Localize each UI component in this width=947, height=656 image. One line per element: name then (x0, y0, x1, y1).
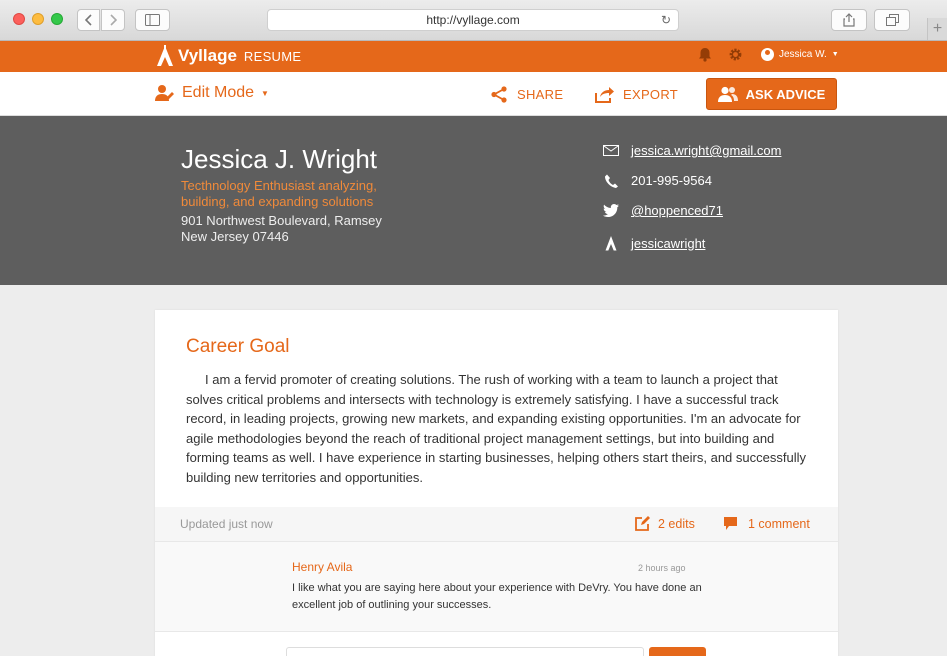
contact-email: jessica.wright@gmail.com (603, 143, 781, 158)
updated-status: Updated just now (180, 517, 273, 531)
contact-twitter: @hoppenced71 (603, 203, 723, 218)
browser-chrome: http://vyllage.com ↻ + (0, 0, 947, 41)
sidebar-toggle-button[interactable] (135, 9, 170, 31)
caret-down-icon: ▼ (261, 88, 269, 98)
bell-icon[interactable] (698, 47, 712, 62)
share-label: SHARE (517, 87, 564, 102)
address-line-1: 901 Northwest Boulevard, Ramsey (181, 213, 382, 228)
section-meta-bar: Updated just now 2 edits 1 comment (155, 507, 838, 542)
users-icon (717, 86, 738, 102)
edit-mode-label: Edit Mode (182, 84, 255, 101)
minimize-window-button[interactable] (32, 13, 44, 25)
ask-advice-label: ASK ADVICE (745, 86, 826, 102)
share-browser-button[interactable] (831, 9, 867, 31)
comment-text: I like what you are saying here about yo… (292, 582, 702, 611)
tabs-overview-button[interactable] (874, 9, 910, 31)
logo[interactable]: Vyllage RESUME (156, 45, 301, 67)
profile-name: Jessica J. Wright (181, 144, 378, 174)
back-button[interactable] (77, 9, 100, 31)
vyllage-logo-icon (157, 45, 173, 66)
section-title: Career Goal (186, 336, 290, 357)
contact-phone: 201-995-9564 (603, 173, 712, 188)
comment-author[interactable]: Henry Avila (292, 560, 352, 574)
avatar (761, 48, 774, 61)
close-window-button[interactable] (13, 13, 25, 25)
address-bar[interactable]: http://vyllage.com ↻ (267, 9, 679, 31)
twitter-icon (603, 204, 619, 217)
twitter-link[interactable]: @hoppenced71 (631, 203, 723, 218)
chevron-left-icon (84, 14, 92, 26)
comment-input[interactable] (286, 647, 644, 656)
contact-vyllage: jessicawright (603, 235, 705, 251)
share-icon (843, 13, 855, 27)
phone-number: 201-995-9564 (631, 173, 712, 188)
edit-icon (635, 516, 650, 531)
toolbar: Edit Mode ▼ SHARE EXPORT ASK ADVICE (0, 72, 947, 116)
share-button[interactable]: SHARE (490, 86, 563, 103)
share-nodes-icon (491, 86, 507, 103)
export-label: EXPORT (623, 87, 679, 102)
user-edit-icon (155, 85, 174, 101)
envelope-icon (603, 145, 619, 156)
zoom-window-button[interactable] (51, 13, 63, 25)
edits-link[interactable]: 2 edits (635, 516, 695, 531)
comment-timestamp: 2 hours ago (638, 563, 686, 573)
edit-mode-dropdown[interactable]: Edit Mode ▼ (155, 84, 269, 102)
comment-icon (724, 517, 737, 530)
tabs-icon (885, 14, 899, 26)
ask-advice-button[interactable]: ASK ADVICE (706, 78, 837, 110)
vyllage-icon (603, 235, 619, 251)
profile-address: 901 Northwest Boulevard, Ramsey New Jers… (181, 213, 411, 245)
comments-count: 1 comment (748, 516, 810, 531)
top-nav: Vyllage RESUME Jessica W. ▼ (0, 41, 947, 72)
career-goal-text: I am a fervid promoter of creating solut… (186, 372, 806, 485)
reload-icon[interactable]: ↻ (661, 13, 671, 27)
forward-button[interactable] (101, 9, 125, 31)
url-text: http://vyllage.com (426, 13, 520, 27)
export-icon (595, 87, 614, 103)
address-line-2: New Jersey 07446 (181, 229, 289, 244)
profile-header: Jessica J. Wright Tecthnology Enthusiast… (0, 116, 947, 285)
sidebar-icon (145, 14, 160, 26)
new-tab-button[interactable]: + (927, 18, 947, 40)
caret-down-icon: ▼ (831, 51, 839, 58)
gear-icon[interactable] (728, 47, 743, 62)
email-link[interactable]: jessica.wright@gmail.com (631, 143, 781, 158)
phone-icon (603, 174, 619, 188)
comment-item: Henry Avila 2 hours ago I like what you … (155, 542, 838, 632)
user-name: Jessica W. (779, 49, 827, 60)
content-area: Career Goal I am a fervid promoter of cr… (0, 285, 947, 656)
user-menu[interactable]: Jessica W. ▼ (761, 48, 839, 61)
section-label: RESUME (243, 48, 302, 64)
career-goal-card: Career Goal I am a fervid promoter of cr… (155, 310, 838, 656)
post-comment-button[interactable] (649, 647, 706, 656)
vyllage-profile-link[interactable]: jessicawright (631, 236, 705, 251)
profile-tagline: Tecthnology Enthusiast analyzing, buildi… (181, 178, 377, 209)
chevron-right-icon (110, 14, 117, 26)
comments-link[interactable]: 1 comment (723, 516, 810, 531)
export-button[interactable]: EXPORT (594, 86, 678, 103)
brand-name: Vyllage (178, 46, 237, 65)
edits-count: 2 edits (658, 516, 695, 531)
